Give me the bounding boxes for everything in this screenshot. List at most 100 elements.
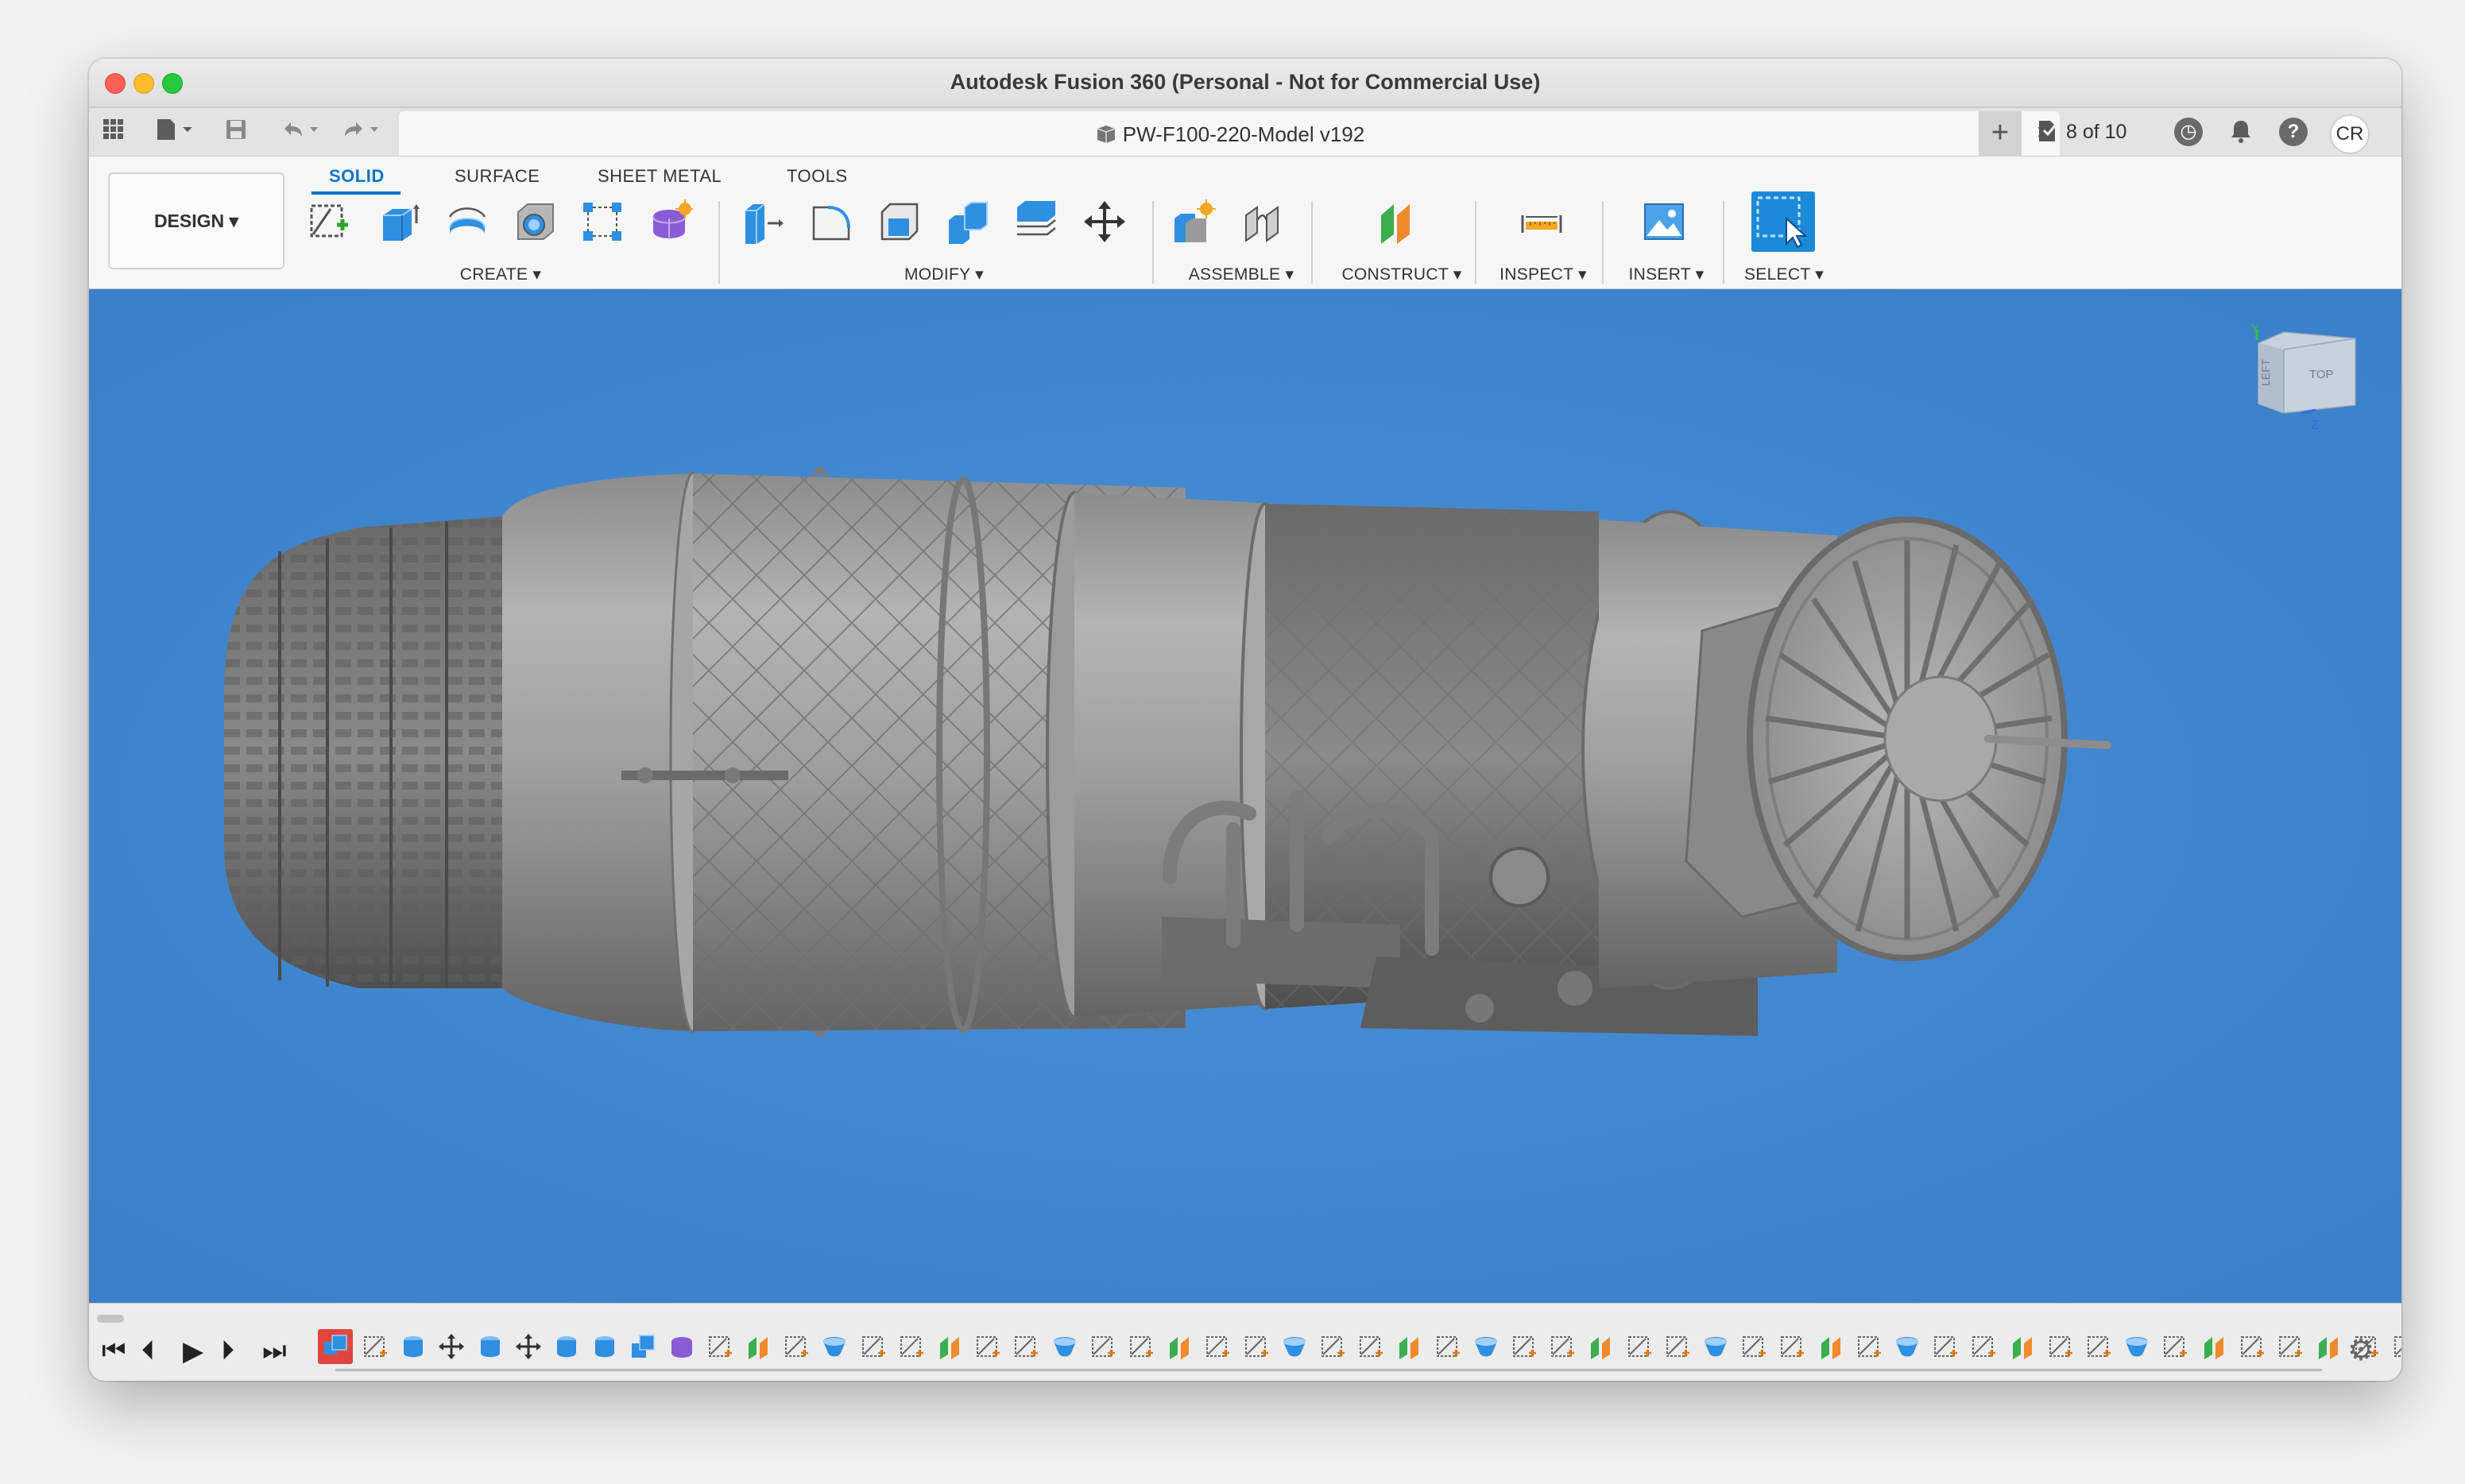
timeline-selected-feature-icon[interactable] bbox=[318, 1329, 353, 1364]
offset-face-tool[interactable] bbox=[1011, 195, 1062, 249]
go-to-end-icon[interactable]: ⏭ bbox=[262, 1335, 287, 1366]
timeline-plane-icon[interactable] bbox=[1165, 1332, 1194, 1361]
play-icon[interactable]: ▶ bbox=[183, 1335, 203, 1367]
timeline-plane-icon[interactable] bbox=[935, 1332, 964, 1361]
timeline-sketch-icon[interactable] bbox=[1356, 1332, 1385, 1361]
timeline-revolve-icon[interactable] bbox=[1280, 1332, 1309, 1361]
go-to-start-icon[interactable]: ⏮ bbox=[102, 1335, 126, 1366]
redo-icon[interactable] bbox=[340, 118, 388, 148]
timeline-revolve-icon[interactable] bbox=[1051, 1332, 1079, 1361]
timeline-sketch-icon[interactable] bbox=[1778, 1332, 1806, 1361]
insert-canvas-tool[interactable] bbox=[1639, 195, 1689, 249]
timeline-revolve-icon[interactable] bbox=[1472, 1332, 1500, 1361]
timeline-sketch-icon[interactable] bbox=[361, 1332, 389, 1361]
timeline-plane-icon[interactable] bbox=[1395, 1332, 1423, 1361]
save-icon[interactable] bbox=[224, 118, 248, 148]
create-sketch-tool[interactable] bbox=[304, 195, 354, 249]
timeline-sketch-icon[interactable] bbox=[1931, 1332, 1960, 1361]
offset-plane-tool[interactable] bbox=[1370, 195, 1421, 249]
timeline-sketch-icon[interactable] bbox=[1203, 1332, 1232, 1361]
timeline-sketch-icon[interactable] bbox=[1012, 1332, 1040, 1361]
timeline-sketch-icon[interactable] bbox=[2046, 1332, 2075, 1361]
file-menu-icon[interactable] bbox=[154, 118, 197, 148]
3d-viewport[interactable]: Y LEFT TOP Z ✥ ▾ ✋ ▾ bbox=[89, 289, 2401, 1303]
timeline-sketch-icon[interactable] bbox=[1318, 1332, 1347, 1361]
new-component-tool[interactable] bbox=[1168, 195, 1219, 249]
clock-icon[interactable]: ◷ bbox=[2174, 118, 2203, 146]
job-status[interactable]: 8 of 10 bbox=[2036, 119, 2126, 144]
timeline-sketch-icon[interactable] bbox=[2276, 1332, 2304, 1361]
timeline-sketch-icon[interactable] bbox=[1434, 1332, 1462, 1361]
tab-tools[interactable]: TOOLS bbox=[787, 166, 848, 187]
timeline-form-icon[interactable] bbox=[668, 1332, 696, 1361]
construct-menu[interactable]: CONSTRUCT ▾ bbox=[1322, 265, 1481, 284]
tab-solid[interactable]: SOLID bbox=[329, 166, 385, 187]
select-tool[interactable] bbox=[1751, 191, 1815, 252]
timeline-sketch-icon[interactable] bbox=[1242, 1332, 1271, 1361]
timeline-plane-icon[interactable] bbox=[2314, 1332, 2343, 1361]
tab-sheet-metal[interactable]: SHEET METAL bbox=[598, 166, 722, 187]
timeline-sketch-icon[interactable] bbox=[1663, 1332, 1692, 1361]
timeline-revolve-icon[interactable] bbox=[2123, 1332, 2151, 1361]
create-menu[interactable]: CREATE ▾ bbox=[421, 265, 580, 284]
timeline-sketch-icon[interactable] bbox=[2084, 1332, 2113, 1361]
fillet-tool[interactable] bbox=[806, 195, 857, 249]
assemble-menu[interactable]: ASSEMBLE ▾ bbox=[1162, 265, 1321, 284]
timeline-move-icon[interactable] bbox=[437, 1332, 466, 1361]
timeline-sketch-icon[interactable] bbox=[859, 1332, 888, 1361]
select-menu[interactable]: SELECT ▾ bbox=[1716, 265, 1852, 284]
measure-tool[interactable] bbox=[1516, 195, 1567, 249]
timeline-sketch-icon[interactable] bbox=[1548, 1332, 1577, 1361]
press-pull-tool[interactable] bbox=[737, 195, 788, 249]
timeline-sketch-icon[interactable] bbox=[2161, 1332, 2189, 1361]
timeline-sketch-icon[interactable] bbox=[706, 1332, 734, 1361]
timeline-sketch-icon[interactable] bbox=[1855, 1332, 1883, 1361]
step-forward-icon[interactable]: ⏵ bbox=[221, 1335, 234, 1366]
timeline-plane-icon[interactable] bbox=[2008, 1332, 2037, 1361]
undo-icon[interactable] bbox=[280, 118, 327, 148]
pattern-tool[interactable] bbox=[577, 195, 628, 249]
new-tab-button[interactable]: + bbox=[1979, 111, 2022, 156]
workspace-switcher[interactable]: DESIGN ▾ bbox=[108, 172, 284, 269]
timeline-move-icon[interactable] bbox=[514, 1332, 543, 1361]
viewcube-top-face[interactable]: TOP bbox=[2309, 368, 2334, 381]
timeline-settings-gear-icon[interactable]: ⚙ bbox=[2347, 1332, 2374, 1368]
combine-tool[interactable] bbox=[942, 195, 993, 249]
timeline-combine-icon[interactable] bbox=[629, 1332, 657, 1361]
joint-tool[interactable] bbox=[1236, 195, 1287, 249]
document-tab[interactable]: PW-F100-220-Model v192 × bbox=[399, 111, 2060, 156]
viewcube[interactable]: Y LEFT TOP Z bbox=[2247, 322, 2359, 435]
timeline-track[interactable] bbox=[335, 1369, 2322, 1371]
timeline-sketch-icon[interactable] bbox=[2238, 1332, 2266, 1361]
timeline-sketch-icon[interactable] bbox=[1625, 1332, 1654, 1361]
timeline-plane-icon[interactable] bbox=[2200, 1332, 2228, 1361]
revolve-tool[interactable] bbox=[442, 195, 493, 249]
move-copy-tool[interactable] bbox=[1079, 195, 1130, 249]
timeline-sketch-icon[interactable] bbox=[2391, 1332, 2401, 1361]
timeline-plane-icon[interactable] bbox=[1817, 1332, 1845, 1361]
timeline-plane-icon[interactable] bbox=[1586, 1332, 1615, 1361]
viewcube-left-face[interactable]: LEFT bbox=[2259, 358, 2272, 386]
timeline-collapse-handle[interactable] bbox=[97, 1315, 124, 1323]
inspect-menu[interactable]: INSPECT ▾ bbox=[1472, 265, 1615, 284]
help-icon[interactable]: ? bbox=[2279, 118, 2308, 146]
timeline-sketch-icon[interactable] bbox=[1089, 1332, 1117, 1361]
tab-surface[interactable]: SURFACE bbox=[455, 166, 540, 187]
hole-tool[interactable] bbox=[510, 195, 561, 249]
timeline-extrude-icon[interactable] bbox=[590, 1332, 619, 1361]
shell-tool[interactable] bbox=[874, 195, 925, 249]
timeline-sketch-icon[interactable] bbox=[1969, 1332, 1998, 1361]
user-avatar[interactable]: CR bbox=[2330, 114, 2370, 154]
timeline-extrude-icon[interactable] bbox=[399, 1332, 428, 1361]
create-form-tool[interactable] bbox=[645, 195, 696, 249]
data-panel-grid-icon[interactable] bbox=[102, 118, 126, 148]
insert-menu[interactable]: INSERT ▾ bbox=[1599, 265, 1734, 284]
timeline-revolve-icon[interactable] bbox=[1701, 1332, 1730, 1361]
timeline-sketch-icon[interactable] bbox=[1510, 1332, 1538, 1361]
engine-model[interactable] bbox=[89, 289, 2401, 1303]
extrude-tool[interactable] bbox=[373, 195, 424, 249]
timeline-extrude-icon[interactable] bbox=[552, 1332, 581, 1361]
modify-menu[interactable]: MODIFY ▾ bbox=[857, 265, 1031, 284]
notification-bell-icon[interactable] bbox=[2227, 118, 2255, 146]
timeline-revolve-icon[interactable] bbox=[820, 1332, 849, 1361]
